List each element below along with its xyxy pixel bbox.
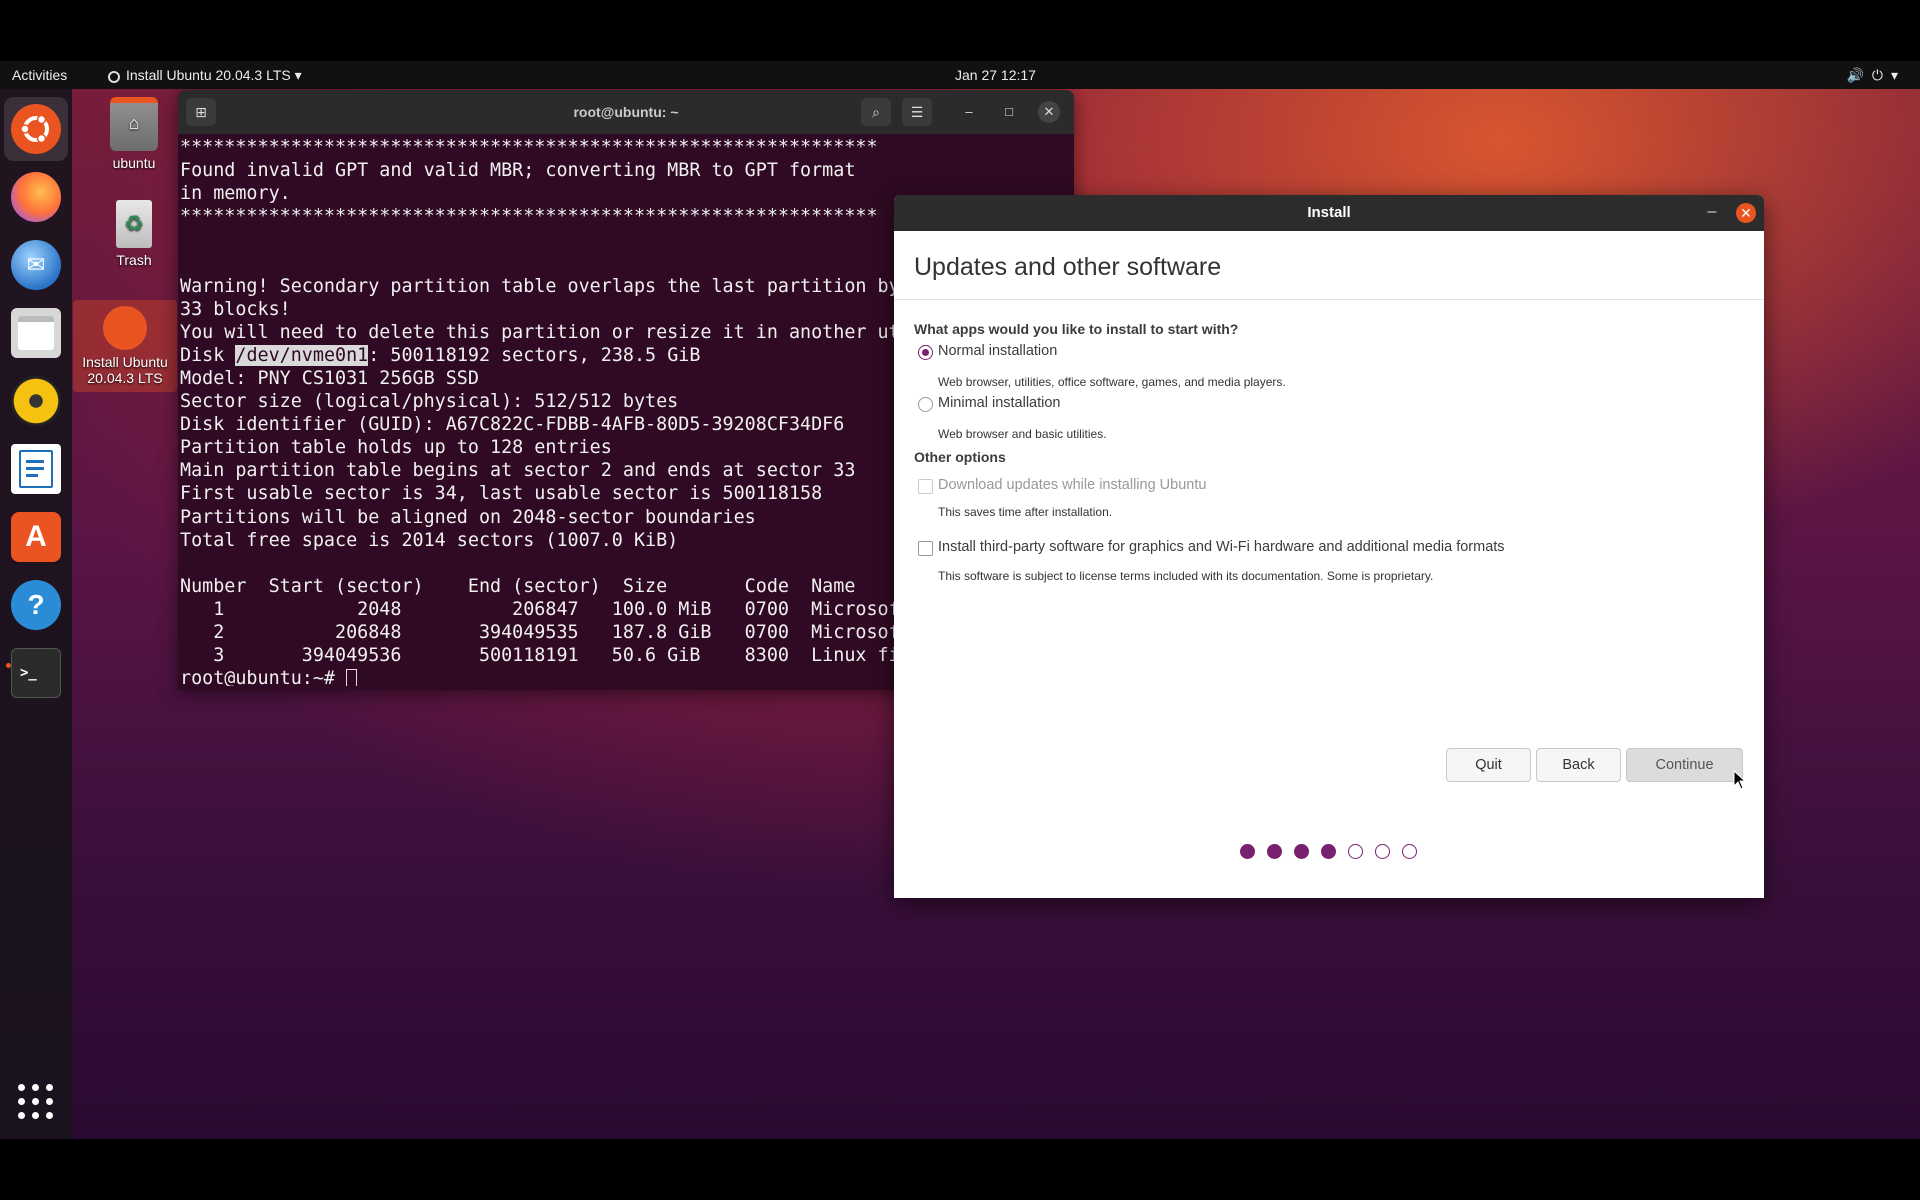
ubuntu-installer-icon (103, 306, 147, 350)
trash-label: Trash (116, 252, 152, 268)
volume-icon: 🔊 (1846, 67, 1872, 83)
ubuntu-installer-icon[interactable] (11, 104, 61, 154)
close-icon[interactable]: ✕ (1736, 203, 1756, 223)
desktop-trash[interactable]: ♻ Trash (89, 200, 179, 268)
download-updates-desc: This saves time after installation. (938, 505, 1113, 519)
app-menu[interactable]: Install Ubuntu 20.04.3 LTS ▾ (108, 61, 302, 89)
desktop-home-folder[interactable]: ⌂ ubuntu (89, 97, 179, 171)
terminal-titlebar[interactable]: ⊞ root@ubuntu: ~ ⌕ ☰ – □ ✕ (178, 90, 1074, 134)
search-icon[interactable]: ⌕ (861, 98, 891, 126)
installer-title: Install (1307, 204, 1351, 221)
progress-step-dot (1348, 844, 1363, 859)
terminal-line: Found invalid GPT and valid MBR; convert… (180, 160, 856, 182)
minimize-icon[interactable]: – (958, 101, 980, 123)
trash-icon: ♻ (116, 200, 152, 248)
dock: ✉ A ? >_ (0, 89, 72, 1139)
progress-step-dot (1240, 844, 1255, 859)
header-divider (894, 299, 1764, 300)
third-party-checkbox[interactable] (918, 541, 933, 556)
folder-icon (18, 316, 54, 350)
chevron-down-icon: ▾ (1890, 67, 1906, 83)
close-icon[interactable]: ✕ (1038, 101, 1060, 123)
progress-step-dot (1321, 844, 1336, 859)
ubuntu-software-icon[interactable]: A (11, 512, 61, 562)
normal-installation-label[interactable]: Normal installation (938, 343, 1057, 359)
clock[interactable]: Jan 27 12:17 (955, 61, 1036, 89)
terminal-icon[interactable]: >_ (11, 648, 61, 698)
maximize-icon[interactable]: □ (998, 101, 1020, 123)
minimal-installation-desc: Web browser and basic utilities. (938, 427, 1107, 441)
progress-step-dot (1294, 844, 1309, 859)
third-party-desc: This software is subject to license term… (938, 569, 1434, 583)
continue-button[interactable]: Continue (1626, 748, 1743, 782)
document-icon (19, 450, 53, 488)
progress-step-dot (1267, 844, 1282, 859)
installer-titlebar[interactable]: Install – ✕ (894, 195, 1764, 231)
download-updates-checkbox[interactable] (918, 479, 933, 494)
system-tray[interactable]: 🔊⏻▾ (1846, 61, 1906, 89)
text-cursor (346, 669, 358, 686)
apps-question: What apps would you like to install to s… (914, 321, 1239, 337)
rhythmbox-icon[interactable] (11, 376, 61, 426)
installer-indicator-icon (108, 71, 120, 83)
home-folder-label: ubuntu (112, 155, 156, 171)
minimize-icon[interactable]: – (1700, 201, 1724, 225)
progress-step-dot (1402, 844, 1417, 859)
normal-installation-desc: Web browser, utilities, office software,… (938, 375, 1286, 389)
download-updates-label[interactable]: Download updates while installing Ubuntu (938, 477, 1206, 493)
help-icon[interactable]: ? (11, 580, 61, 630)
desktop-install-ubuntu[interactable]: Install Ubuntu 20.04.3 LTS (73, 300, 177, 392)
top-bar: Activities Install Ubuntu 20.04.3 LTS ▾ … (0, 61, 1920, 89)
normal-installation-radio[interactable] (918, 345, 933, 360)
ubuntu-logo-icon (20, 114, 49, 144)
terminal-text: : 500118192 sectors, 238.5 GiB (368, 344, 701, 366)
power-icon: ⏻ (1871, 67, 1891, 83)
install-label-line1: Install Ubuntu (82, 354, 168, 370)
firefox-icon[interactable] (11, 172, 61, 222)
home-folder-icon: ⌂ (110, 97, 158, 151)
menu-icon[interactable]: ☰ (902, 98, 932, 126)
minimal-installation-label[interactable]: Minimal installation (938, 395, 1061, 411)
chevron-down-icon: ▾ (290, 67, 302, 83)
terminal-line: ****************************************… (180, 137, 878, 158)
other-options-heading: Other options (914, 449, 1006, 465)
install-label-line2: 20.04.3 LTS (87, 370, 163, 386)
selected-text[interactable]: /dev/nvme0n1 (235, 344, 369, 366)
libreoffice-writer-icon[interactable] (11, 444, 61, 494)
activities-button[interactable]: Activities (12, 61, 67, 89)
installer-window[interactable]: Install – ✕ Updates and other software W… (894, 195, 1764, 898)
thunderbird-icon[interactable]: ✉ (11, 240, 61, 290)
prompt-text: root@ubuntu:~# (180, 668, 347, 686)
third-party-label[interactable]: Install third-party software for graphic… (938, 539, 1505, 555)
show-applications-icon[interactable] (18, 1084, 54, 1120)
files-icon[interactable] (11, 308, 61, 358)
progress-step-dot (1375, 844, 1390, 859)
back-button[interactable]: Back (1536, 748, 1621, 782)
app-menu-label: Install Ubuntu 20.04.3 LTS (126, 67, 291, 83)
minimal-installation-radio[interactable] (918, 397, 933, 412)
quit-button[interactable]: Quit (1446, 748, 1531, 782)
terminal-title: root@ubuntu: ~ (573, 104, 679, 120)
mouse-pointer-icon (1733, 770, 1747, 790)
page-title: Updates and other software (914, 253, 1222, 281)
terminal-text: Disk (180, 344, 236, 366)
house-icon: ⌂ (128, 113, 140, 133)
